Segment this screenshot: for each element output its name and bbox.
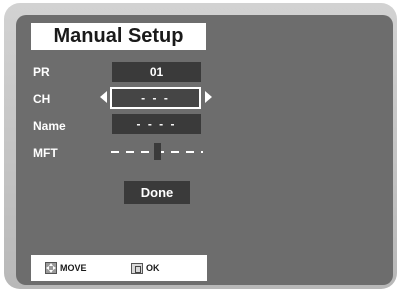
move-arrows-icon [45,262,57,274]
name-value-field[interactable]: - - - - [112,114,201,134]
mft-label: MFT [33,146,58,160]
pr-label: PR [33,65,50,79]
enter-button-icon [131,262,143,274]
help-move-label: MOVE [60,263,87,273]
arrow-right-icon[interactable] [205,91,212,103]
ch-value-field[interactable]: - - - [110,87,201,109]
help-ok: OK [131,262,160,274]
help-move: MOVE [45,262,87,274]
menu-panel [16,15,393,285]
pr-value-field[interactable]: 01 [112,62,201,82]
mft-slider-thumb[interactable] [154,143,161,160]
ch-label: CH [33,92,51,106]
help-ok-label: OK [146,263,160,273]
arrow-left-icon[interactable] [100,91,107,103]
done-button[interactable]: Done [124,181,190,204]
page-title: Manual Setup [53,25,184,47]
name-label: Name [33,119,66,133]
